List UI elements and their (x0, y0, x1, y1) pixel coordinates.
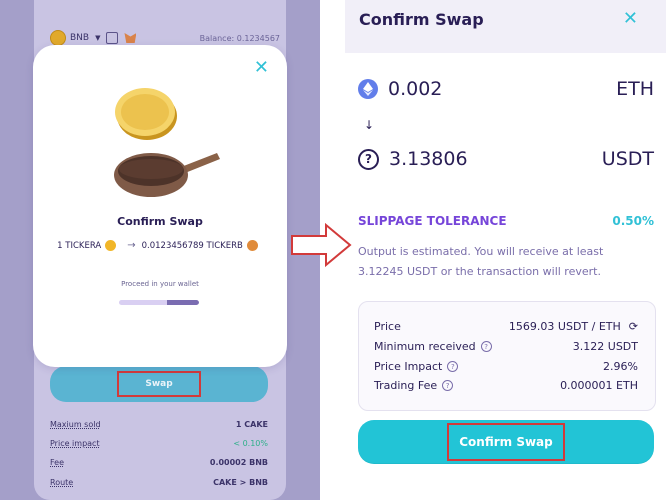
summary-label: Trading Fee (374, 379, 438, 392)
wallet-progress-bar (119, 300, 199, 305)
estimate-line: Output is estimated. You will receive at… (358, 245, 604, 258)
arrow-down-icon: ↓ (364, 118, 375, 132)
annotation-arrow-icon (291, 222, 352, 268)
modal-swap-summary: 1 TICKERA → 0.0123456789 TICKERB (33, 240, 287, 251)
input-symbol: ETH (616, 78, 654, 100)
confirm-swap-modal: ✕ Confirm Swap 1 TICKERA → 0.0123456789 … (33, 45, 287, 367)
input-amount: 0.002 (388, 78, 443, 100)
estimate-text: Output is estimated. You will receive at… (358, 242, 658, 282)
refresh-icon[interactable]: ⟳ (629, 320, 638, 333)
network-label[interactable]: BNB (70, 33, 89, 43)
summary-row-price-impact: Price Impact ? 2.96% (374, 360, 638, 373)
to-amount: 0.0123456789 TICKERB (141, 240, 243, 251)
modal-title: Confirm Swap (117, 215, 203, 228)
from-amount: 1 TICKERA (57, 240, 102, 251)
detail-value: < 0.10% (233, 439, 268, 448)
close-icon[interactable]: ✕ (254, 59, 269, 77)
detail-value: 0.00002 BNB (209, 458, 268, 467)
chevron-down-icon[interactable]: ▼ (95, 34, 100, 42)
summary-row-minimum-received: Minimum received ? 3.122 USDT (374, 340, 638, 353)
bnb-icon (50, 30, 66, 46)
question-icon[interactable]: ? (442, 380, 454, 391)
token-a-icon (105, 240, 117, 251)
token-b-icon (246, 240, 258, 251)
slippage-row: SLIPPAGE TOLERANCE 0.50% (358, 214, 654, 228)
arrow-right-icon: → (127, 240, 136, 251)
detail-value: 1 CAKE (235, 420, 268, 429)
slippage-label: SLIPPAGE TOLERANCE (358, 214, 507, 228)
summary-label: Minimum received (374, 340, 476, 353)
balance-text: Balance: 0.1234567 (199, 33, 280, 43)
detail-label: Fee (50, 458, 65, 467)
copy-icon[interactable] (106, 32, 119, 44)
detail-label: Route (50, 478, 74, 487)
proceed-text: Proceed in your wallet (121, 280, 199, 288)
close-icon[interactable]: ✕ (623, 8, 638, 29)
detail-label: Price impact (50, 439, 100, 448)
summary-value: 0.000001 ETH (560, 379, 638, 392)
summary-label: Price (374, 320, 401, 333)
coin-illustration (115, 88, 177, 140)
summary-label: Price Impact (374, 360, 443, 373)
swap-summary-box: Price 1569.03 USDT / ETH ⟳ Minimum recei… (358, 301, 656, 411)
unknown-token-icon: ? (358, 148, 379, 170)
frying-pan-illustration (114, 153, 220, 197)
output-amount-row: ? 3.13806 USDT (358, 148, 654, 170)
summary-value: 3.122 USDT (572, 340, 638, 353)
estimate-line: 3.12245 USDT or the transaction will rev… (358, 265, 601, 278)
output-symbol: USDT (601, 148, 654, 170)
swap-button[interactable]: Swap (50, 366, 268, 402)
summary-value: 1569.03 USDT / ETH (508, 320, 621, 333)
page-title: Confirm Swap (359, 10, 484, 29)
confirm-swap-button[interactable]: Confirm Swap (358, 420, 654, 464)
question-icon[interactable]: ? (480, 341, 492, 352)
detail-value: CAKE > BNB (213, 478, 268, 487)
input-amount-row: 0.002 ETH (358, 78, 654, 100)
detail-row-fee: Fee 0.00002 BNB (50, 458, 268, 467)
detail-row-max-sold: Maxium sold 1 CAKE (50, 420, 268, 429)
summary-row-price: Price 1569.03 USDT / ETH ⟳ (374, 320, 638, 333)
detail-row-price-impact: Price impact < 0.10% (50, 439, 268, 448)
summary-value: 2.96% (603, 360, 638, 373)
question-icon[interactable]: ? (447, 361, 459, 372)
swap-button-label: Swap (117, 371, 201, 397)
confirm-swap-label: Confirm Swap (447, 423, 565, 461)
detail-label: Maxium sold (50, 420, 101, 429)
summary-row-trading-fee: Trading Fee ? 0.000001 ETH (374, 379, 638, 392)
output-amount: 3.13806 (389, 148, 468, 170)
eth-icon (358, 79, 378, 99)
left-screenshot-panel: BNB ▼ Balance: 0.1234567 Swap Maxium sol… (0, 0, 320, 500)
metamask-icon (124, 33, 137, 43)
detail-row-route: Route CAKE > BNB (50, 478, 268, 487)
progress-fill (119, 300, 199, 305)
confirm-swap-header: Confirm Swap ✕ (345, 0, 666, 53)
slippage-value: 0.50% (612, 214, 654, 228)
